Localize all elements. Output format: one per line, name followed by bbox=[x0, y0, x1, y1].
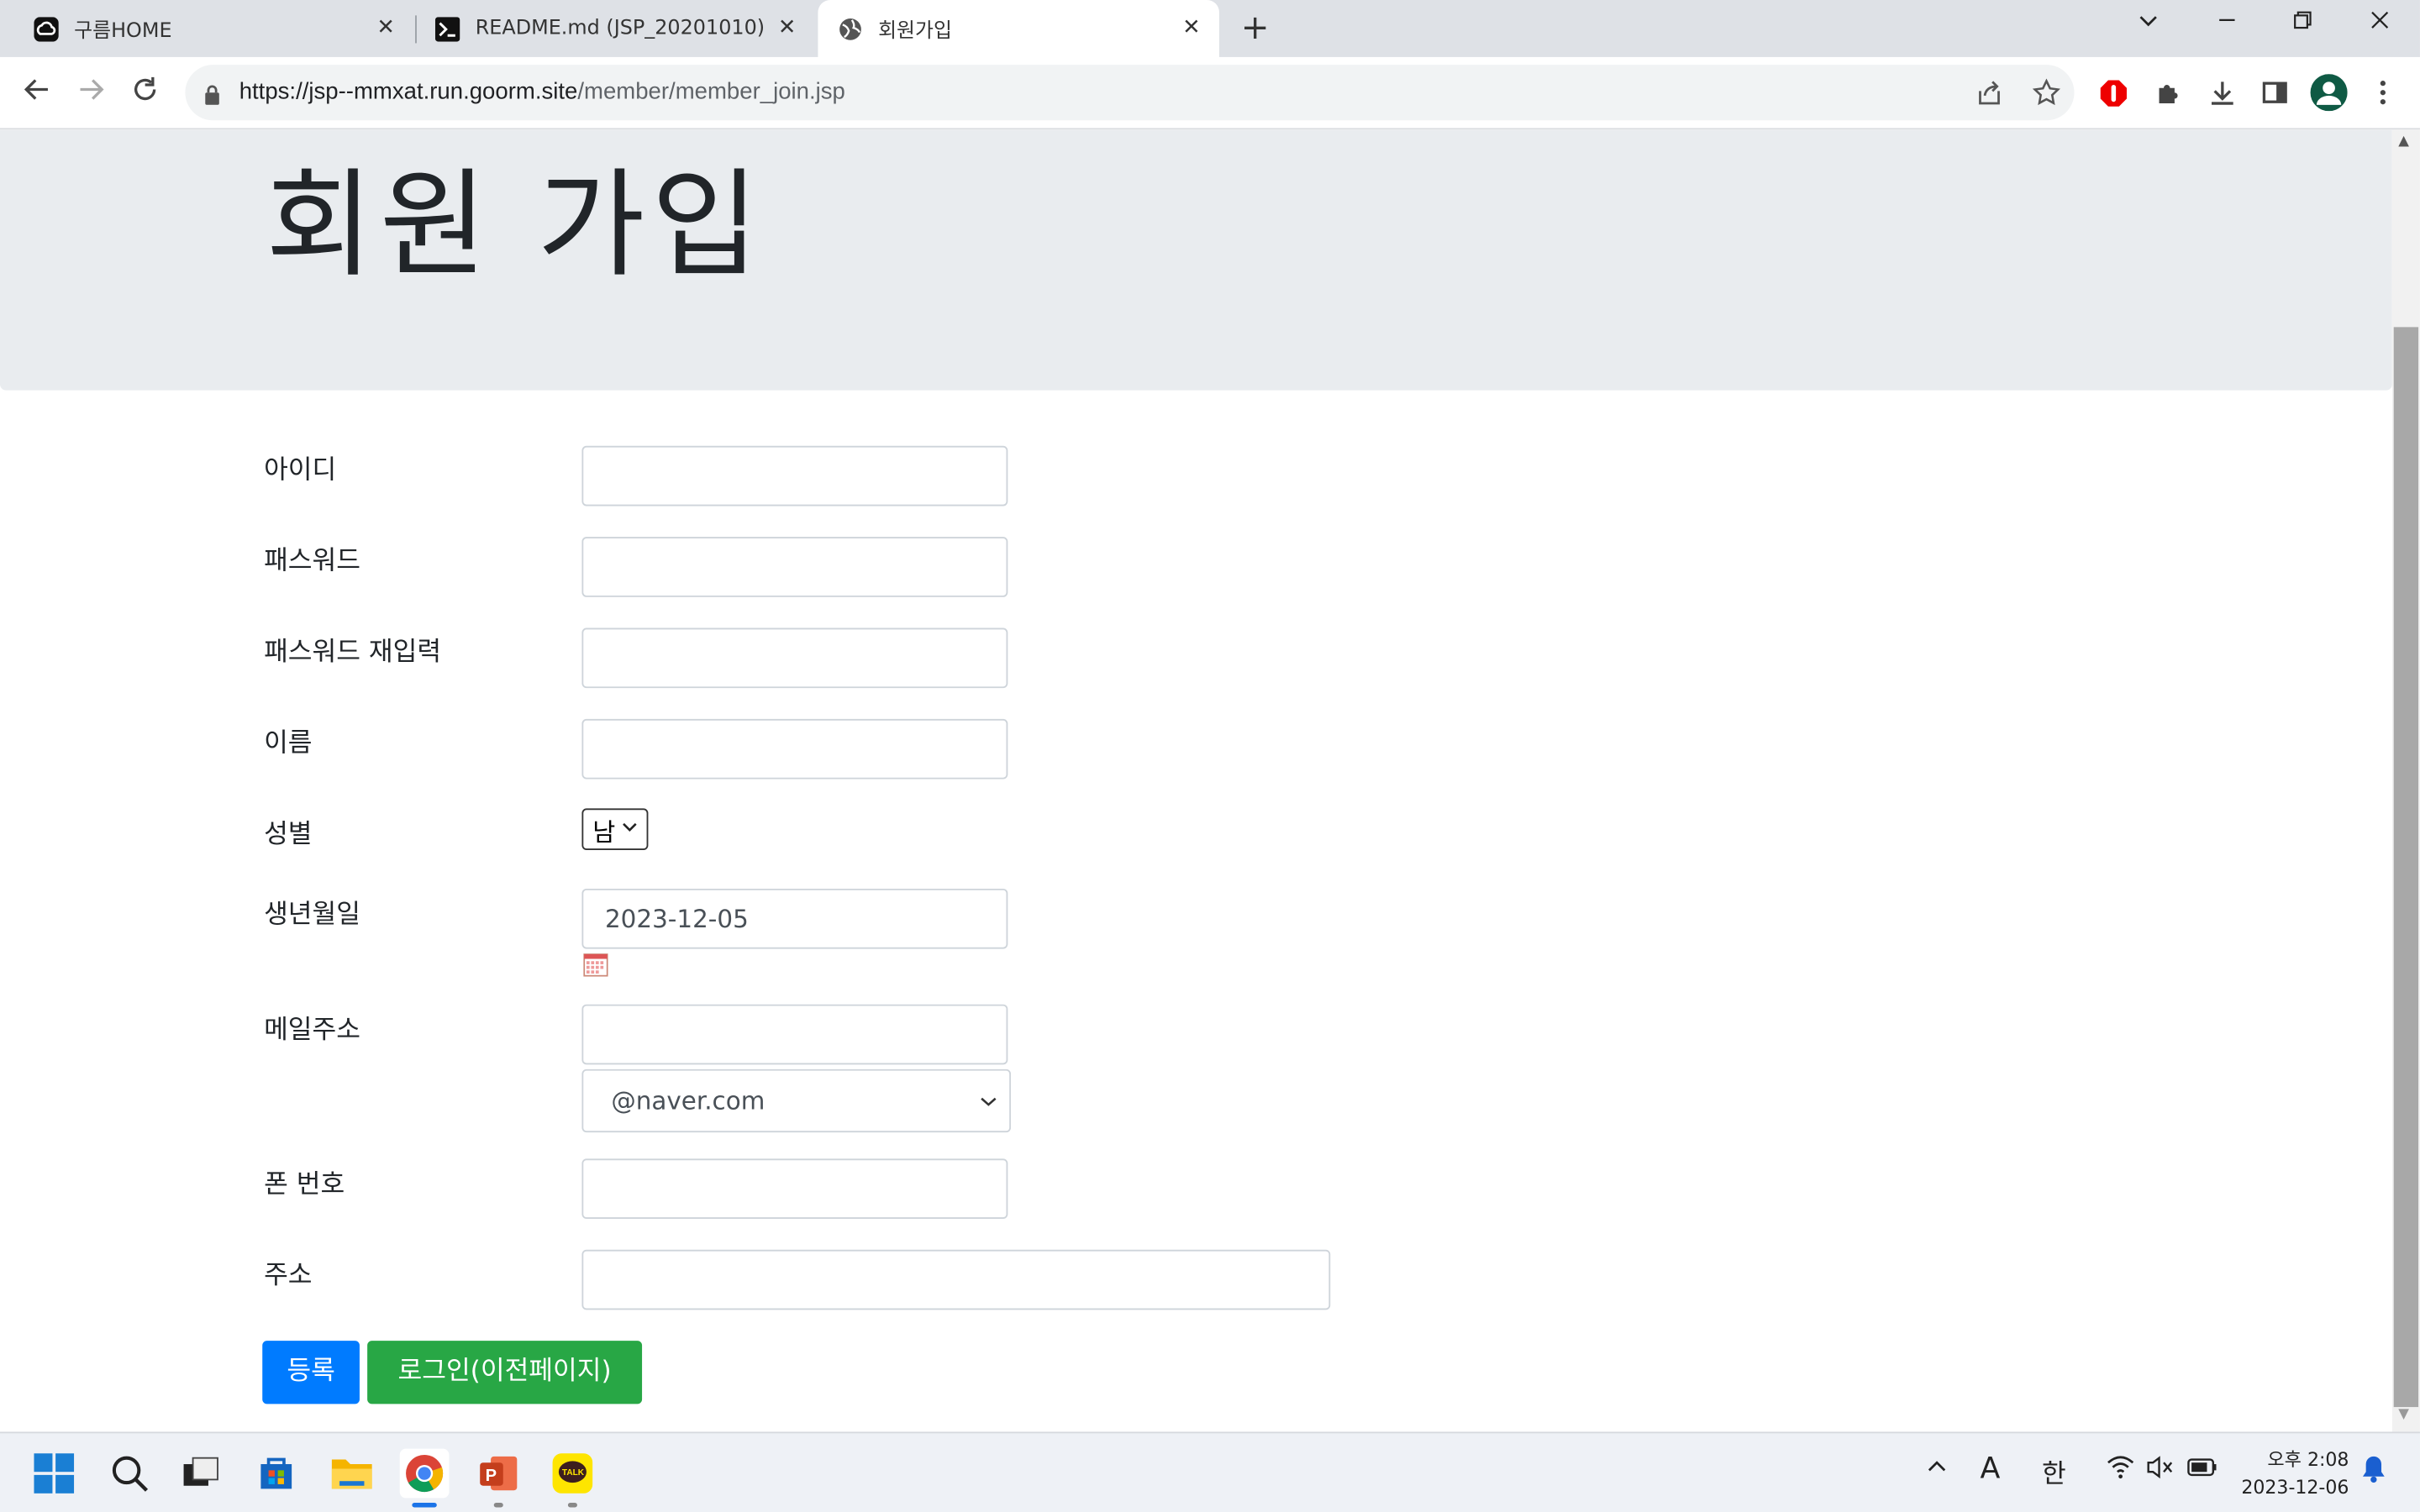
tab-member-join[interactable]: 회원가입 ✕ bbox=[818, 0, 1219, 57]
notification-bell-icon[interactable] bbox=[2361, 1455, 2386, 1490]
close-icon[interactable]: ✕ bbox=[775, 15, 799, 39]
name-label: 이름 bbox=[264, 727, 313, 759]
kakaotalk-icon[interactable]: TALK bbox=[548, 1449, 597, 1508]
forward-icon[interactable] bbox=[76, 76, 107, 107]
clock-time: 오후 2:08 bbox=[2267, 1448, 2349, 1471]
birth-value: 2023-12-05 bbox=[604, 904, 749, 934]
calendar-icon[interactable] bbox=[583, 953, 608, 977]
adblock-icon[interactable] bbox=[2099, 79, 2128, 114]
ms-store-icon[interactable] bbox=[251, 1449, 301, 1499]
chevron-down-icon bbox=[622, 821, 637, 837]
wifi-icon[interactable] bbox=[2107, 1455, 2134, 1488]
tab-goorm-home[interactable]: 구름HOME ✕ bbox=[0, 0, 413, 57]
screen: 구름HOME ✕ README.md (JSP_20201010) - g ✕ … bbox=[0, 0, 2420, 1512]
page-content: 회원 가입 아이디 패스워드 패스워드 재입력 이름 성별 남 생년월일 202… bbox=[0, 129, 2392, 1432]
taskbar-clock[interactable]: 오후 2:08 2023-12-06 bbox=[2238, 1446, 2349, 1501]
download-icon[interactable] bbox=[2208, 79, 2236, 113]
clock-date: 2023-12-06 bbox=[2241, 1476, 2349, 1499]
reload-icon[interactable] bbox=[129, 76, 160, 107]
extensions-icon[interactable] bbox=[2154, 79, 2182, 113]
vertical-scrollbar[interactable]: ▲ ▼ bbox=[2391, 129, 2420, 1432]
address-bar[interactable]: https://jsp--mmxat.run.goorm.site/member… bbox=[185, 65, 2075, 121]
back-icon[interactable] bbox=[22, 76, 53, 107]
jumbotron: 회원 가입 bbox=[0, 129, 2392, 391]
phone-input[interactable] bbox=[581, 1158, 1008, 1219]
id-label: 아이디 bbox=[264, 454, 337, 486]
search-icon[interactable] bbox=[105, 1449, 155, 1499]
gender-value: 남 bbox=[592, 816, 616, 847]
scrollbar-thumb[interactable] bbox=[2393, 327, 2419, 1408]
url-host: https://jsp--mmxat.run.goorm.site bbox=[239, 78, 578, 105]
page-title: 회원 가입 bbox=[265, 155, 765, 293]
file-explorer-icon[interactable] bbox=[327, 1449, 376, 1499]
task-view-icon[interactable] bbox=[176, 1449, 225, 1499]
side-panel-icon[interactable] bbox=[2261, 79, 2289, 113]
powerpoint-icon[interactable]: P bbox=[474, 1449, 523, 1508]
close-window-icon[interactable] bbox=[2369, 8, 2391, 37]
terminal-icon bbox=[434, 16, 460, 41]
battery-icon[interactable] bbox=[2187, 1455, 2218, 1486]
close-icon[interactable]: ✕ bbox=[373, 15, 397, 39]
password-confirm-input[interactable] bbox=[581, 627, 1008, 689]
close-icon[interactable]: ✕ bbox=[1179, 15, 1203, 39]
browser-toolbar: https://jsp--mmxat.run.goorm.site/member… bbox=[0, 56, 2420, 130]
name-input[interactable] bbox=[581, 718, 1008, 780]
birth-input[interactable]: 2023-12-05 bbox=[581, 888, 1008, 949]
svg-text:P: P bbox=[486, 1467, 497, 1485]
submit-button[interactable]: 등록 bbox=[262, 1341, 360, 1404]
tab-readme[interactable]: README.md (JSP_20201010) - g ✕ bbox=[402, 0, 815, 57]
address-input[interactable] bbox=[581, 1249, 1331, 1310]
gender-select[interactable]: 남 bbox=[581, 808, 649, 851]
chevron-down-icon bbox=[980, 1071, 997, 1132]
tab-title: 회원가입 bbox=[878, 19, 952, 44]
tab-search-icon[interactable] bbox=[2138, 8, 2160, 37]
email-domain-value: @naver.com bbox=[611, 1086, 765, 1116]
login-back-button[interactable]: 로그인(이전페이지) bbox=[367, 1341, 643, 1404]
lock-icon[interactable] bbox=[203, 81, 220, 111]
url-path: /member/member_join.jsp bbox=[577, 78, 845, 105]
password-confirm-label: 패스워드 재입력 bbox=[264, 637, 442, 669]
scroll-down-arrow-icon[interactable]: ▼ bbox=[2398, 1407, 2409, 1422]
volume-muted-icon[interactable] bbox=[2147, 1455, 2175, 1488]
menu-kebab-icon[interactable] bbox=[2377, 79, 2390, 113]
address-label: 주소 bbox=[264, 1260, 313, 1292]
ime-mode-a[interactable]: A bbox=[1980, 1452, 2000, 1485]
password-input[interactable] bbox=[581, 537, 1008, 597]
running-app-indicator bbox=[567, 1502, 577, 1508]
phone-label: 폰 번호 bbox=[264, 1169, 345, 1200]
tab-title: 구름HOME bbox=[74, 19, 172, 44]
tray-overflow-icon[interactable] bbox=[1926, 1455, 1948, 1486]
url-text[interactable]: https://jsp--mmxat.run.goorm.site/member… bbox=[239, 79, 845, 105]
bookmark-star-icon[interactable] bbox=[2032, 78, 2061, 113]
svg-text:TALK: TALK bbox=[562, 1468, 585, 1478]
globe-icon bbox=[838, 16, 862, 40]
tab-strip: 구름HOME ✕ README.md (JSP_20201010) - g ✕ … bbox=[0, 0, 2420, 57]
share-icon[interactable] bbox=[1975, 79, 2003, 113]
chrome-icon[interactable] bbox=[399, 1448, 450, 1508]
restore-icon[interactable] bbox=[2291, 8, 2313, 37]
windows-start-icon[interactable] bbox=[29, 1449, 79, 1499]
email-domain-select[interactable]: @naver.com bbox=[581, 1068, 1012, 1133]
profile-avatar-icon[interactable] bbox=[2310, 74, 2348, 117]
scroll-up-arrow-icon[interactable]: ▲ bbox=[2398, 134, 2409, 150]
new-tab-button[interactable]: + bbox=[1241, 9, 1270, 48]
id-input[interactable] bbox=[581, 445, 1008, 507]
birth-label: 생년월일 bbox=[264, 899, 360, 931]
tab-title: README.md (JSP_20201010) - g bbox=[475, 17, 769, 40]
gender-label: 성별 bbox=[264, 819, 313, 851]
email-label: 메일주소 bbox=[264, 1015, 360, 1047]
ime-mode-han[interactable]: 한 bbox=[2042, 1452, 2066, 1491]
goorm-cloud-icon bbox=[34, 16, 59, 41]
active-app-indicator bbox=[412, 1502, 437, 1508]
minimize-icon[interactable] bbox=[2217, 8, 2238, 37]
taskbar: P TALK A 한 오후 2:08 2023-12-06 bbox=[0, 1431, 2420, 1512]
running-app-indicator bbox=[493, 1502, 503, 1508]
password-label: 패스워드 bbox=[264, 546, 360, 577]
email-input[interactable] bbox=[581, 1004, 1008, 1065]
